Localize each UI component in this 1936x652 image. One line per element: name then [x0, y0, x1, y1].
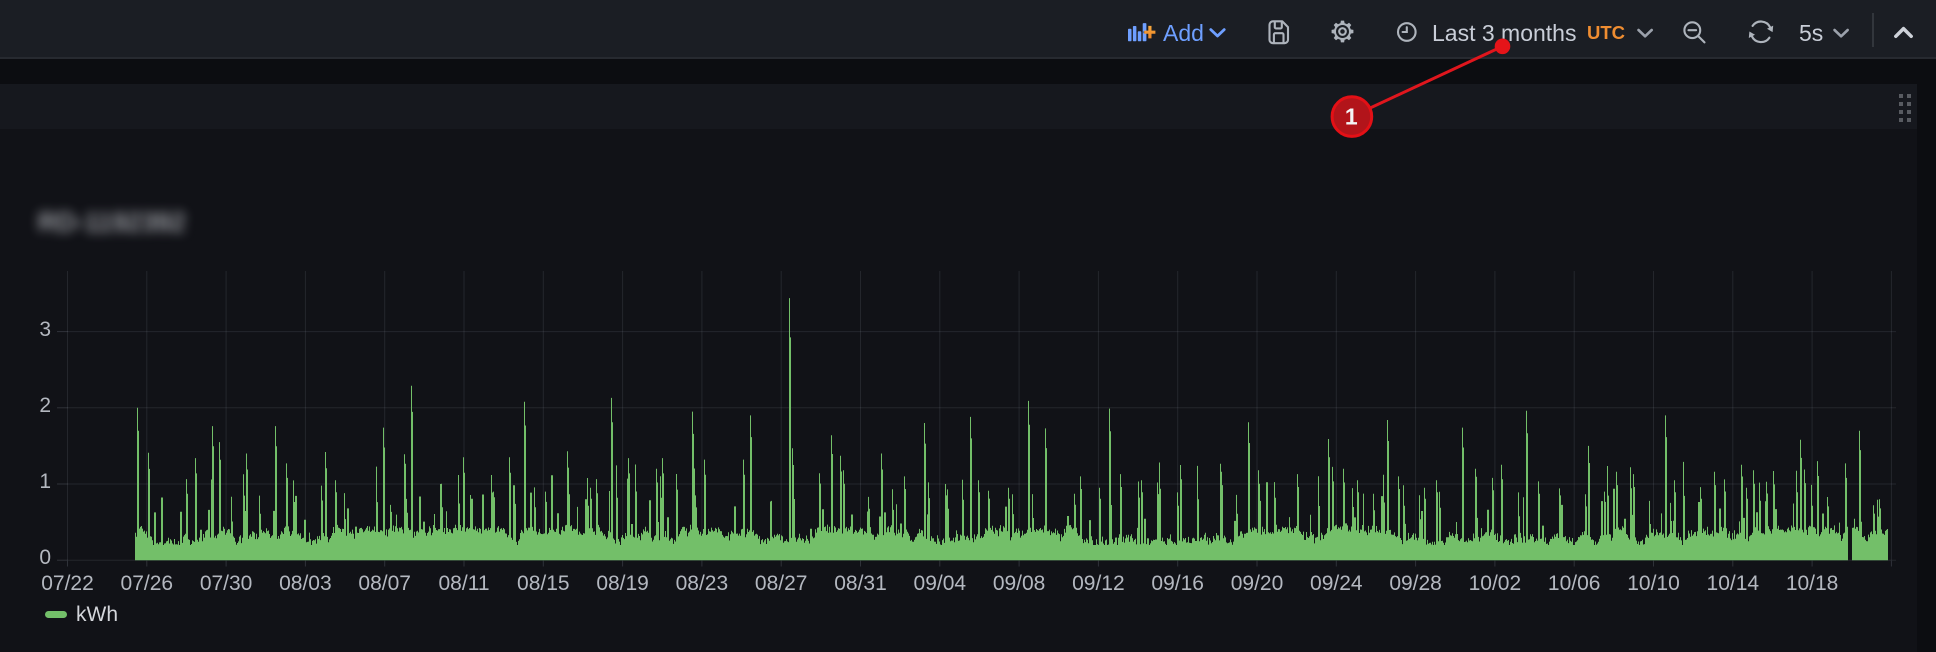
svg-text:1: 1 [1345, 104, 1358, 130]
